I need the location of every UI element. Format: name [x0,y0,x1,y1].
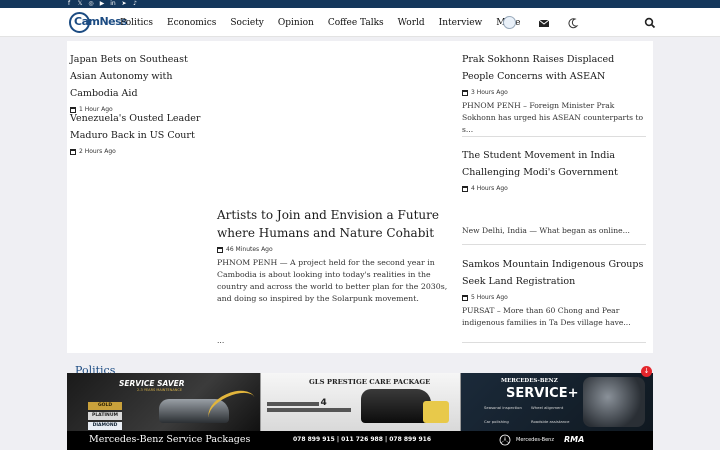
ad-tagline: Mercedes-Benz Service Packages [89,434,251,445]
telegram-icon[interactable]: ➤ [121,1,127,7]
ad-banner[interactable]: SERVICE SAVER 2-3 YEARS MAINTENANCE GOLD… [67,373,653,450]
ad-service-plus[interactable]: MERCEDES-BENZ SERVICE+ Seasonal inspecti… [461,373,653,431]
story-time: 4 Hours Ago [471,185,508,192]
ad-right-title: SERVICE+ [506,386,579,401]
ad-close-icon[interactable]: ↓ [641,366,652,377]
story-divider [462,244,646,245]
ad-dealer: RMA [564,435,585,444]
story-prak-sokhonn[interactable]: Prak Sokhonn Raises Displaced People Con… [462,51,648,135]
tiktok-icon[interactable]: ♪ [132,1,138,7]
feature-excerpt: PHNOM PENH — A project held for the seco… [217,258,448,303]
story-meta: 4 Hours Ago [462,185,648,192]
x-icon[interactable]: 𝕏 [77,1,83,7]
facebook-icon[interactable]: f [66,1,72,7]
nav-coffee-talks[interactable]: Coffee Talks [328,18,384,28]
story-meta: 2 Hours Ago [70,148,210,155]
story-india-students[interactable]: The Student Movement in India Challengin… [462,147,648,192]
story-excerpt: PURSAT – More than 60 Chong and Pear ind… [462,306,631,327]
story-samkos[interactable]: Samkos Mountain Indigenous Groups Seek L… [462,256,648,329]
nav-interview[interactable]: Interview [439,18,483,28]
ad-mid-khmer: 4 [267,399,353,415]
service-item: Car polishing [484,419,509,424]
feature-more: ... [217,331,257,347]
ad-left-title: SERVICE SAVER [119,379,185,388]
nav-world[interactable]: World [398,18,425,28]
story-divider [462,136,646,137]
calendar-icon [462,185,468,192]
ad-phones: 078 899 915 | 011 726 988 | 078 899 916 [293,436,431,443]
social-links: f 𝕏 ◎ ▶ in ➤ ♪ [66,0,138,8]
engine-image [583,377,645,427]
search-icon[interactable] [644,17,656,29]
gold-swoosh [203,383,261,433]
calendar-icon [70,148,76,155]
story-title[interactable]: Venezuela's Ousted Leader Maduro Back in… [70,110,210,144]
story-japan[interactable]: Japan Bets on Southeast Asian Autonomy w… [70,51,210,113]
linkedin-icon[interactable]: in [110,1,116,7]
story-meta: 3 Hours Ago [462,89,648,96]
feature-ellipsis: ... [217,336,225,345]
story-title[interactable]: Prak Sokhonn Raises Displaced People Con… [462,51,648,85]
nav-economics[interactable]: Economics [167,18,216,28]
calendar-icon [462,89,468,96]
story-meta: 5 Hours Ago [462,294,648,301]
story-title[interactable]: Japan Bets on Southeast Asian Autonomy w… [70,51,210,102]
social-bar: f 𝕏 ◎ ▶ in ➤ ♪ [0,0,720,8]
calendar-icon [462,294,468,301]
ad-gls-package[interactable]: GLS PRESTIGE CARE PACKAGE 4 [260,373,461,431]
story-divider [462,342,646,343]
site-header: CamNess Politics Economics Society Opini… [0,8,720,37]
story-title[interactable]: Samkos Mountain Indigenous Groups Seek L… [462,256,648,290]
tier-gold: GOLD [88,402,122,410]
story-time: 46 Minutes Ago [226,246,273,253]
story-venezuela[interactable]: Venezuela's Ousted Leader Maduro Back in… [70,110,210,155]
story-excerpt: PHNOM PENH – Foreign Minister Prak Sokho… [462,101,644,134]
equipment-image [423,401,449,423]
suv-image [361,389,431,423]
nav-opinion[interactable]: Opinion [278,18,314,28]
story-title[interactable]: The Student Movement in India Challengin… [462,147,648,181]
story-time: 2 Hours Ago [79,148,116,155]
main-nav: Politics Economics Society Opinion Coffe… [120,8,535,37]
ad-footer: Mercedes-Benz Service Packages 078 899 9… [67,431,653,450]
ad-left-sub: 2-3 YEARS MAINTENANCE [137,388,183,392]
story-time: 3 Hours Ago [471,89,508,96]
instagram-icon[interactable]: ◎ [88,1,94,7]
badge-icon[interactable] [503,16,516,29]
story-excerpt: New Delhi, India — What began as online.… [462,226,630,235]
tier-diamond: DIAMOND [88,422,122,430]
service-item: Roadside assistance [531,419,570,424]
service-item: Wheel alignment [531,405,564,410]
service-item: Seasonal inspection [484,405,522,410]
tier-platinum: PLATINUM [88,412,122,420]
story-meta: 46 Minutes Ago [217,246,457,253]
story-india-excerpt: New Delhi, India — What began as online.… [462,221,648,237]
ad-service-saver[interactable]: SERVICE SAVER 2-3 YEARS MAINTENANCE GOLD… [67,373,261,433]
mail-icon[interactable] [538,17,550,29]
ad-mid-title: GLS PRESTIGE CARE PACKAGE [309,378,431,386]
nav-politics[interactable]: Politics [120,18,153,28]
ad-brand: Mercedes-Benz [516,437,554,443]
mercedes-star-icon [499,434,511,446]
moon-icon[interactable] [567,17,579,29]
feature-title[interactable]: Artists to Join and Envision a Future wh… [217,206,457,242]
ad-right-brand: MERCEDES-BENZ [501,378,558,384]
story-artists-feature[interactable]: Artists to Join and Envision a Future wh… [217,206,457,305]
calendar-icon [217,246,223,253]
site-logo[interactable]: CamNess [69,12,128,33]
nav-society[interactable]: Society [230,18,264,28]
youtube-icon[interactable]: ▶ [99,1,105,7]
story-time: 5 Hours Ago [471,294,508,301]
